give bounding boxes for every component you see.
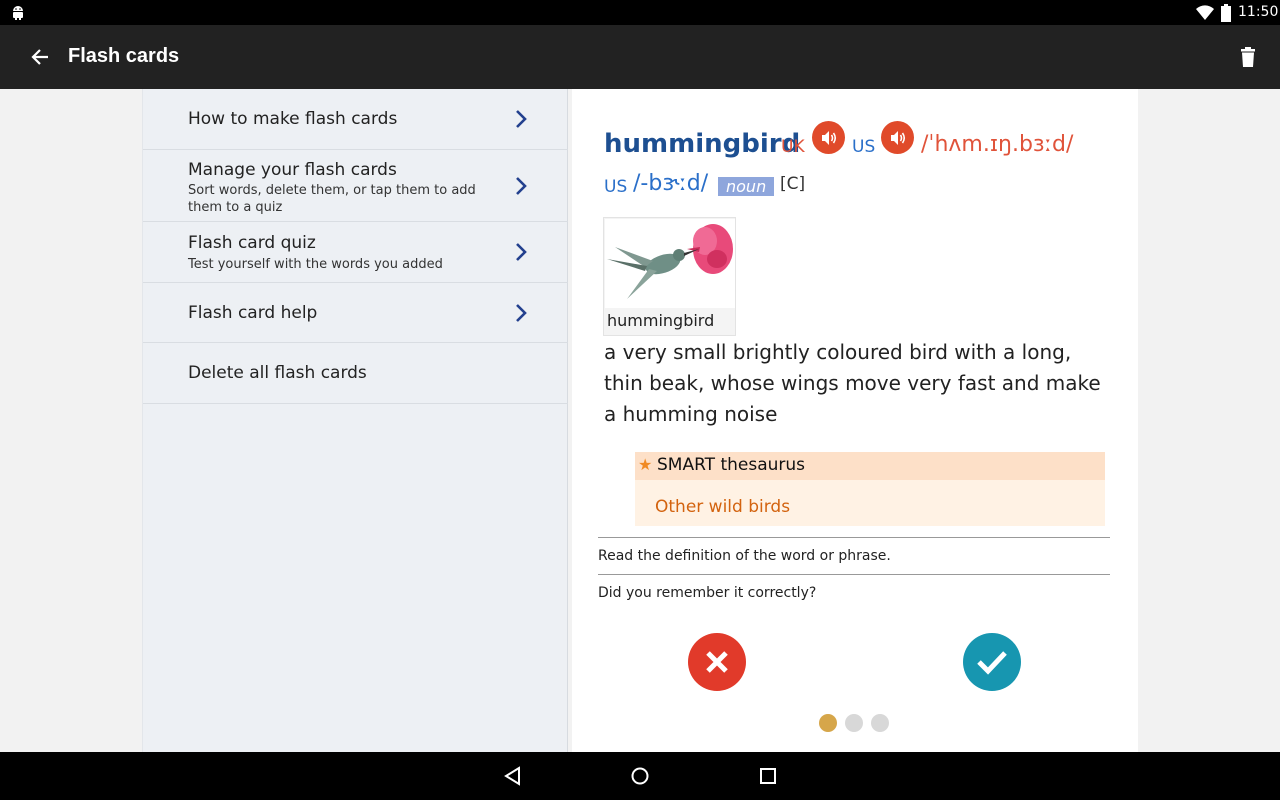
check-icon	[977, 651, 1007, 675]
nav-home-button[interactable]	[628, 764, 652, 788]
menu-item-help[interactable]: Flash card help	[143, 283, 568, 343]
square-recents-icon	[760, 768, 776, 784]
menu-item-label: Manage your flash cards	[188, 160, 397, 180]
us-audio-button[interactable]	[881, 121, 914, 154]
us-label-2: US	[604, 177, 628, 197]
chevron-right-icon	[516, 243, 527, 261]
flash-card-menu: How to make flash cards Manage your flas…	[142, 89, 568, 752]
flash-card: hummingbird UK US /ˈhʌm.ɪŋ.bɜːd/ US /-bɝ…	[572, 89, 1138, 752]
menu-item-label: Flash card help	[188, 303, 318, 323]
menu-item-quiz[interactable]: Flash card quiz Test yourself with the w…	[143, 222, 568, 283]
page-dot	[845, 714, 863, 732]
page-indicator	[819, 714, 899, 732]
part-of-speech-badge: noun	[718, 177, 775, 196]
uk-pronunciation: /ˈhʌm.ɪŋ.bɜːd/	[921, 132, 1074, 157]
headword: hummingbird	[604, 129, 801, 159]
page-dot	[819, 714, 837, 732]
definition-text: a very small brightly coloured bird with…	[604, 340, 1101, 426]
divider	[598, 574, 1110, 575]
uk-audio-button[interactable]	[812, 121, 845, 154]
remembered-button[interactable]	[963, 633, 1021, 691]
battery-icon	[1221, 4, 1231, 22]
app-bar: Flash cards	[0, 25, 1280, 89]
speaker-icon	[821, 130, 836, 145]
delete-button[interactable]	[1232, 41, 1264, 73]
star-icon: ★	[638, 455, 653, 474]
triangle-back-icon	[504, 766, 520, 786]
android-icon	[13, 6, 23, 20]
quiz-instruction: Read the definition of the word or phras…	[598, 548, 891, 564]
thesaurus-link[interactable]: Other wild birds	[655, 497, 790, 517]
chevron-right-icon	[516, 177, 527, 195]
quiz-question: Did you remember it correctly?	[598, 585, 817, 601]
menu-item-label: Delete all flash cards	[188, 363, 367, 383]
nav-back-button[interactable]	[500, 764, 524, 788]
close-icon	[706, 651, 728, 673]
divider	[598, 537, 1110, 538]
menu-item-label: How to make flash cards	[188, 109, 398, 129]
hummingbird-image	[605, 219, 735, 308]
wifi-icon	[1196, 5, 1214, 20]
navigation-bar	[0, 752, 1280, 800]
menu-item-subtitle: Test yourself with the words you added	[188, 257, 443, 272]
menu-item-manage[interactable]: Manage your flash cards Sort words, dele…	[143, 150, 568, 222]
nav-recents-button[interactable]	[756, 764, 780, 788]
menu-item-how-to[interactable]: How to make flash cards	[143, 89, 568, 150]
status-clock: 11:50	[1238, 4, 1279, 20]
smart-thesaurus-body: Other wild birds	[635, 480, 1105, 526]
smart-thesaurus-header: ★ SMART thesaurus	[635, 452, 1105, 480]
circle-home-icon	[631, 767, 649, 785]
uk-label: UK	[781, 137, 805, 157]
image-caption: hummingbird	[607, 311, 715, 330]
forgot-button[interactable]	[688, 633, 746, 691]
us-pronunciation: /-bɝːd/	[633, 171, 709, 196]
menu-item-delete-all[interactable]: Delete all flash cards	[143, 343, 568, 404]
grammar-code: [C]	[780, 174, 806, 194]
back-button[interactable]	[24, 41, 56, 73]
back-arrow-icon	[31, 49, 48, 65]
thesaurus-title: SMART thesaurus	[657, 455, 806, 475]
chevron-right-icon	[516, 304, 527, 322]
page-dot	[871, 714, 889, 732]
page-title: Flash cards	[68, 45, 180, 67]
speaker-icon	[890, 130, 905, 145]
chevron-right-icon	[516, 110, 527, 128]
menu-item-subtitle: Sort words, delete them, or tap them to …	[188, 183, 476, 215]
us-label: US	[852, 137, 876, 157]
status-bar: 11:50	[0, 0, 1280, 25]
trash-icon	[1241, 47, 1255, 67]
word-image: hummingbird	[603, 217, 736, 336]
menu-item-label: Flash card quiz	[188, 233, 316, 253]
